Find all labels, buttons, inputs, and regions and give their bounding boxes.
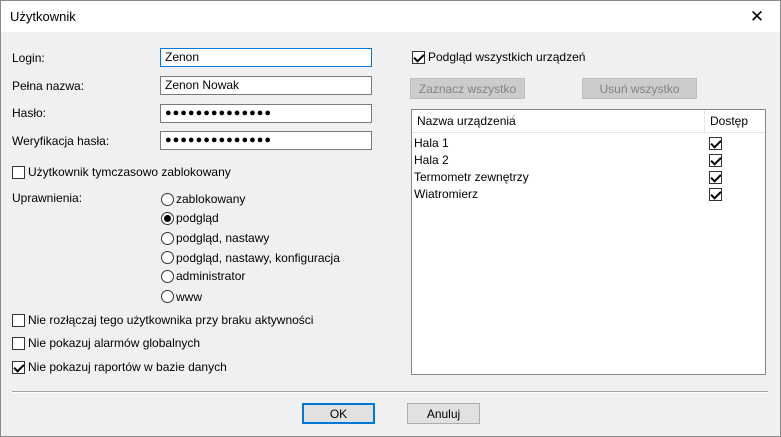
permission-radio-podglad[interactable] — [161, 212, 174, 225]
device-access-checkbox[interactable] — [709, 137, 722, 150]
password-field[interactable]: ●●●●●●●●●●●●●● — [160, 104, 372, 123]
permission-radio-konfiguracja[interactable] — [161, 251, 174, 264]
column-header-name[interactable]: Nazwa urządzenia — [417, 114, 516, 128]
fullname-label: Pełna nazwa: — [12, 79, 85, 93]
device-access-checkbox[interactable] — [709, 171, 722, 184]
permission-radio-podglad-nastawy[interactable] — [161, 232, 174, 245]
no-global-alarms-checkbox[interactable] — [12, 337, 25, 350]
device-row[interactable]: Termometr zewnętrzy — [412, 169, 765, 186]
preview-all-label: Podgląd wszystkich urządzeń — [428, 50, 586, 64]
device-name: Hala 2 — [414, 153, 449, 167]
temp-blocked-checkbox[interactable] — [12, 166, 25, 179]
no-reports-checkbox[interactable] — [12, 361, 25, 374]
cancel-button[interactable]: Anuluj — [407, 403, 480, 424]
sort-indicator-icon: ∕ — [512, 113, 514, 124]
column-separator[interactable] — [704, 110, 705, 132]
close-icon[interactable]: ✕ — [734, 1, 780, 32]
device-row[interactable]: Hala 1 — [412, 135, 765, 152]
login-label: Login: — [12, 51, 45, 65]
permissions-label: Uprawnienia: — [12, 191, 83, 205]
device-name: Hala 1 — [414, 136, 449, 150]
device-row[interactable]: Hala 2 — [412, 152, 765, 169]
ok-button[interactable]: OK — [302, 403, 375, 424]
footer-divider — [12, 391, 768, 393]
no-disconnect-checkbox[interactable] — [12, 314, 25, 327]
permission-radio-zablokowany[interactable] — [161, 193, 174, 206]
password-confirm-label: Weryfikacja hasła: — [12, 134, 110, 148]
device-access-checkbox[interactable] — [709, 154, 722, 167]
device-name: Wiatromierz — [414, 187, 479, 201]
fullname-field[interactable]: Zenon Nowak — [160, 76, 372, 95]
temp-blocked-label: Użytkownik tymczasowo zablokowany — [28, 165, 231, 179]
permission-label: podgląd, nastawy, konfiguracja — [176, 251, 340, 265]
column-header-access[interactable]: Dostęp — [710, 114, 748, 128]
user-dialog: Użytkownik ✕ Login: Zenon Pełna nazwa: Z… — [0, 0, 781, 437]
device-access-checkbox[interactable] — [709, 188, 722, 201]
devices-list-header: Nazwa urządzenia ∕ Dostęp — [412, 110, 765, 133]
password-label: Hasło: — [12, 106, 47, 120]
permission-label: www — [176, 290, 202, 304]
dialog-title: Użytkownik — [10, 9, 76, 24]
preview-all-checkbox[interactable] — [412, 51, 425, 64]
select-all-button[interactable]: Zaznacz wszystko — [410, 78, 525, 99]
device-row[interactable]: Wiatromierz — [412, 186, 765, 203]
device-name: Termometr zewnętrzy — [414, 170, 529, 184]
no-global-alarms-label: Nie pokazuj alarmów globalnych — [28, 336, 201, 350]
login-field[interactable]: Zenon — [160, 48, 372, 67]
permission-radio-administrator[interactable] — [161, 270, 174, 283]
password-confirm-field[interactable]: ●●●●●●●●●●●●●● — [160, 131, 372, 150]
permission-label: podgląd, nastawy — [176, 231, 270, 245]
no-disconnect-label: Nie rozłączaj tego użytkownika przy brak… — [28, 313, 314, 327]
remove-all-button[interactable]: Usuń wszystko — [582, 78, 697, 99]
permission-label: zablokowany — [176, 192, 246, 206]
title-bar: Użytkownik ✕ — [1, 1, 780, 32]
permission-radio-www[interactable] — [161, 290, 174, 303]
no-reports-label: Nie pokazuj raportów w bazie danych — [28, 360, 227, 374]
devices-list[interactable]: Nazwa urządzenia ∕ Dostęp Hala 1 Hala 2 … — [411, 109, 766, 375]
permission-label: podgląd — [176, 211, 219, 225]
permission-label: administrator — [176, 269, 246, 283]
